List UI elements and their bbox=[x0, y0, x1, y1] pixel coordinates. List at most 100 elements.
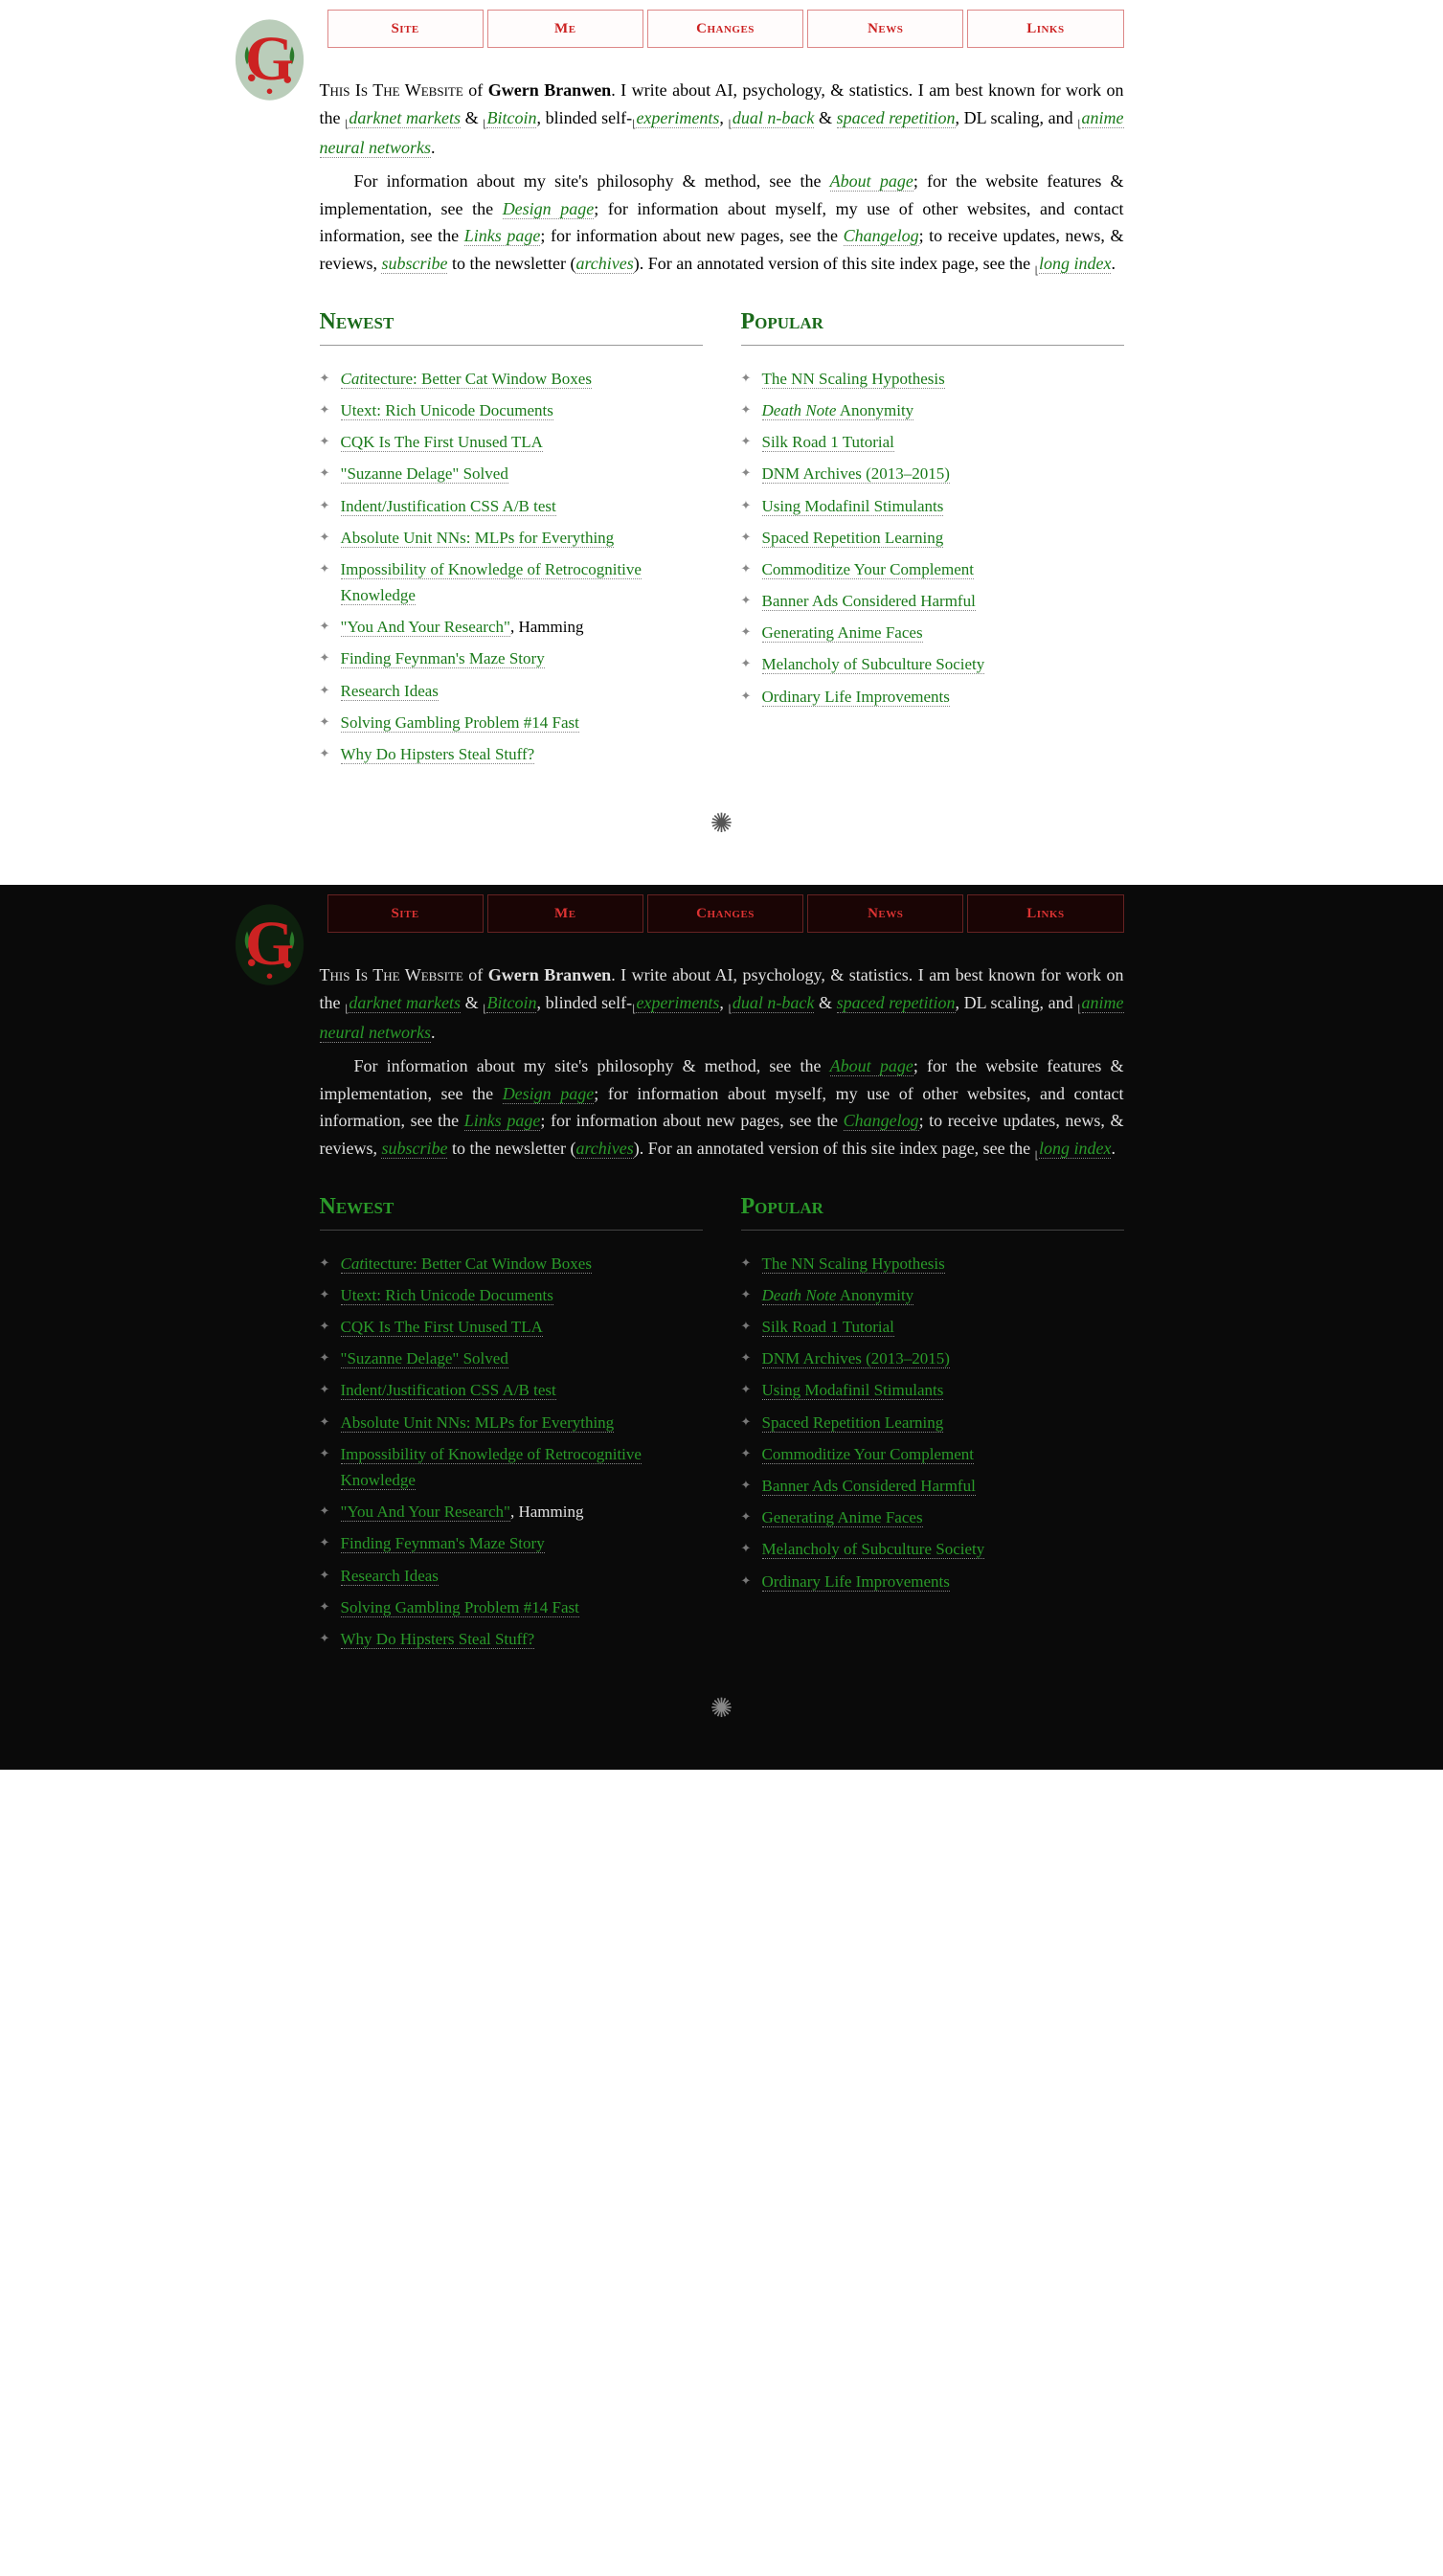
list-link[interactable]: Impossibility of Knowledge of Retrocogni… bbox=[341, 1445, 642, 1490]
list-link[interactable]: DNM Archives (2013–2015) bbox=[762, 464, 950, 484]
link-bitcoin[interactable]: Bitcoin bbox=[486, 108, 536, 128]
site-logo-icon[interactable]: G bbox=[234, 14, 305, 105]
link-subscribe[interactable]: subscribe bbox=[381, 254, 447, 274]
list-item: DNM Archives (2013–2015) bbox=[741, 458, 1124, 489]
list-link[interactable]: CQK Is The First Unused TLA bbox=[341, 1318, 543, 1337]
link-links[interactable]: Links page bbox=[464, 226, 541, 246]
nav-me[interactable]: Me bbox=[487, 10, 643, 48]
link-experiments[interactable]: experiments bbox=[636, 993, 719, 1013]
list-item: Absolute Unit NNs: MLPs for Everything bbox=[320, 522, 703, 554]
link-about[interactable]: About page bbox=[830, 1056, 913, 1076]
list-link[interactable]: Finding Feynman's Maze Story bbox=[341, 1534, 545, 1553]
list-link[interactable]: Spaced Repetition Learning bbox=[762, 1413, 944, 1433]
nav-news[interactable]: News bbox=[807, 894, 963, 933]
light-section: G SiteMeChangesNewsLinks This Is The Web… bbox=[0, 0, 1443, 885]
list-item: "Suzanne Delage" Solved bbox=[320, 458, 703, 489]
list-item: Death Note Anonymity bbox=[741, 1279, 1124, 1311]
link-links[interactable]: Links page bbox=[464, 1111, 541, 1131]
list-link[interactable]: Catitecture: Better Cat Window Boxes bbox=[341, 370, 592, 389]
list-link[interactable]: Absolute Unit NNs: MLPs for Everything bbox=[341, 1413, 615, 1433]
list-link[interactable]: "Suzanne Delage" Solved bbox=[341, 1349, 508, 1368]
list-link[interactable]: DNM Archives (2013–2015) bbox=[762, 1349, 950, 1368]
link-spaced[interactable]: spaced repetition bbox=[837, 993, 956, 1013]
list-link[interactable]: Solving Gambling Problem #14 Fast bbox=[341, 1598, 579, 1617]
nav-me[interactable]: Me bbox=[487, 894, 643, 933]
list-link[interactable]: Finding Feynman's Maze Story bbox=[341, 649, 545, 668]
list-link[interactable]: The NN Scaling Hypothesis bbox=[762, 1254, 945, 1274]
link-experiments[interactable]: experiments bbox=[636, 108, 719, 128]
list-item: Generating Anime Faces bbox=[741, 1502, 1124, 1533]
link-darknet[interactable]: darknet markets bbox=[349, 993, 461, 1013]
list-link[interactable]: Commoditize Your Complement bbox=[762, 560, 974, 579]
link-design[interactable]: Design page bbox=[503, 199, 595, 219]
list-link[interactable]: Utext: Rich Unicode Documents bbox=[341, 401, 553, 420]
list-link[interactable]: "Suzanne Delage" Solved bbox=[341, 464, 508, 484]
list-link[interactable]: Why Do Hipsters Steal Stuff? bbox=[341, 745, 535, 764]
list-link[interactable]: Generating Anime Faces bbox=[762, 1508, 923, 1527]
list-link[interactable]: Banner Ads Considered Harmful bbox=[762, 1477, 976, 1496]
list-item: Melancholy of Subculture Society bbox=[741, 648, 1124, 680]
list-link[interactable]: Ordinary Life Improvements bbox=[762, 688, 950, 707]
link-dualnback[interactable]: dual n-back bbox=[733, 108, 815, 128]
list-link[interactable]: Silk Road 1 Tutorial bbox=[762, 1318, 894, 1337]
list-link[interactable]: Impossibility of Knowledge of Retrocogni… bbox=[341, 560, 642, 605]
list-item: Ordinary Life Improvements bbox=[741, 681, 1124, 712]
list-link[interactable]: Absolute Unit NNs: MLPs for Everything bbox=[341, 529, 615, 548]
list-link[interactable]: Why Do Hipsters Steal Stuff? bbox=[341, 1630, 535, 1649]
nav-links[interactable]: Links bbox=[967, 894, 1123, 933]
link-subscribe[interactable]: subscribe bbox=[381, 1139, 447, 1159]
list-link[interactable]: "You And Your Research" bbox=[341, 1503, 510, 1522]
list-link[interactable]: Utext: Rich Unicode Documents bbox=[341, 1286, 553, 1305]
list-item: Impossibility of Knowledge of Retrocogni… bbox=[320, 1438, 703, 1496]
nav-news[interactable]: News bbox=[807, 10, 963, 48]
list-link[interactable]: "You And Your Research" bbox=[341, 618, 510, 637]
list-link[interactable]: Commoditize Your Complement bbox=[762, 1445, 974, 1464]
list-link[interactable]: Silk Road 1 Tutorial bbox=[762, 433, 894, 452]
nav-site[interactable]: Site bbox=[327, 10, 484, 48]
list-link[interactable]: Ordinary Life Improvements bbox=[762, 1572, 950, 1592]
newest-title: Newest bbox=[320, 304, 703, 345]
popular-col: Popular The NN Scaling HypothesisDeath N… bbox=[741, 1188, 1124, 1655]
link-bitcoin[interactable]: Bitcoin bbox=[486, 993, 536, 1013]
list-item: Solving Gambling Problem #14 Fast bbox=[320, 1592, 703, 1623]
link-spaced[interactable]: spaced repetition bbox=[837, 108, 956, 128]
list-link[interactable]: Solving Gambling Problem #14 Fast bbox=[341, 713, 579, 733]
link-changelog[interactable]: Changelog bbox=[844, 226, 919, 246]
list-link[interactable]: Death Note Anonymity bbox=[762, 1286, 914, 1305]
nav-links[interactable]: Links bbox=[967, 10, 1123, 48]
list-link[interactable]: Spaced Repetition Learning bbox=[762, 529, 944, 548]
link-longindex[interactable]: long index bbox=[1039, 254, 1111, 274]
nav-site[interactable]: Site bbox=[327, 894, 484, 933]
list-link[interactable]: The NN Scaling Hypothesis bbox=[762, 370, 945, 389]
list-link[interactable]: Research Ideas bbox=[341, 1567, 439, 1586]
list-link[interactable]: Catitecture: Better Cat Window Boxes bbox=[341, 1254, 592, 1274]
list-link[interactable]: Indent/Justification CSS A/B test bbox=[341, 1381, 556, 1400]
list-link[interactable]: Using Modafinil Stimulants bbox=[762, 497, 944, 516]
link-design[interactable]: Design page bbox=[503, 1084, 595, 1104]
list-link[interactable]: Research Ideas bbox=[341, 682, 439, 701]
list-item: Ordinary Life Improvements bbox=[741, 1566, 1124, 1597]
section-divider-icon: ✺ bbox=[320, 1688, 1124, 1731]
link-about[interactable]: About page bbox=[830, 171, 913, 192]
nav-changes[interactable]: Changes bbox=[647, 10, 803, 48]
nav-changes[interactable]: Changes bbox=[647, 894, 803, 933]
link-longindex[interactable]: long index bbox=[1039, 1139, 1111, 1159]
list-link[interactable]: Generating Anime Faces bbox=[762, 623, 923, 643]
link-archives[interactable]: archives bbox=[575, 1139, 633, 1159]
list-item: "Suzanne Delage" Solved bbox=[320, 1343, 703, 1374]
list-item: Banner Ads Considered Harmful bbox=[741, 1470, 1124, 1502]
list-link[interactable]: Using Modafinil Stimulants bbox=[762, 1381, 944, 1400]
link-dualnback[interactable]: dual n-back bbox=[733, 993, 815, 1013]
list-link[interactable]: Death Note Anonymity bbox=[762, 401, 914, 420]
dark-section: G SiteMeChangesNewsLinks This Is The Web… bbox=[0, 885, 1443, 1770]
list-link[interactable]: CQK Is The First Unused TLA bbox=[341, 433, 543, 452]
link-darknet[interactable]: darknet markets bbox=[349, 108, 461, 128]
list-link[interactable]: Melancholy of Subculture Society bbox=[762, 655, 985, 674]
columns: Newest Catitecture: Better Cat Window Bo… bbox=[320, 304, 1124, 770]
link-changelog[interactable]: Changelog bbox=[844, 1111, 919, 1131]
list-link[interactable]: Banner Ads Considered Harmful bbox=[762, 592, 976, 611]
list-link[interactable]: Melancholy of Subculture Society bbox=[762, 1540, 985, 1559]
link-archives[interactable]: archives bbox=[575, 254, 633, 274]
list-link[interactable]: Indent/Justification CSS A/B test bbox=[341, 497, 556, 516]
site-logo-icon[interactable]: G bbox=[234, 899, 305, 990]
